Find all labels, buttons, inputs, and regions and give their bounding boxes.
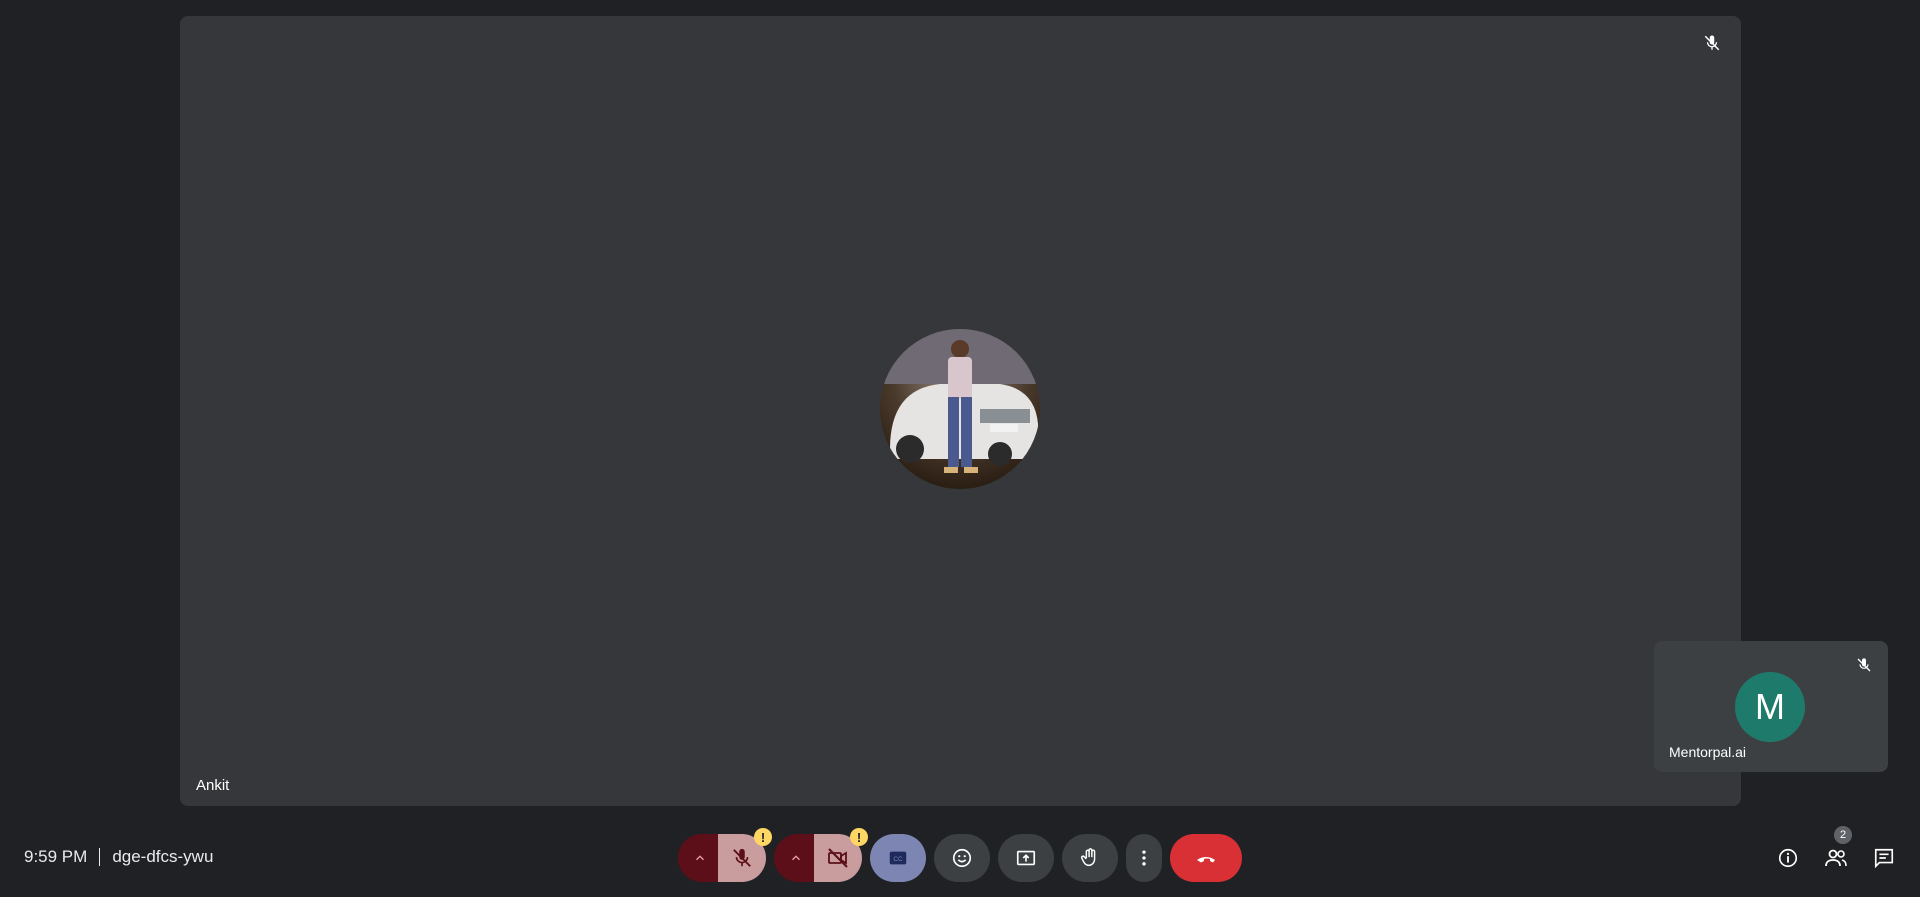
raise-hand-button[interactable] xyxy=(1062,834,1118,882)
leave-call-button[interactable] xyxy=(1170,834,1242,882)
present-button[interactable] xyxy=(998,834,1054,882)
more-options-button[interactable] xyxy=(1126,834,1162,882)
call-end-icon xyxy=(1197,857,1215,863)
chat-button[interactable] xyxy=(1860,844,1908,872)
videocam-off-icon xyxy=(828,848,848,868)
present-screen-icon xyxy=(1016,850,1036,866)
main-video-tile[interactable]: Ankit xyxy=(180,16,1741,806)
people-count-badge: 2 xyxy=(1834,826,1852,844)
chat-icon xyxy=(1874,848,1894,869)
divider xyxy=(99,848,101,866)
reactions-button[interactable] xyxy=(934,834,990,882)
camera-toggle-button[interactable]: ! xyxy=(814,828,868,882)
participant-name: Ankit xyxy=(196,777,230,794)
info-icon xyxy=(1778,848,1798,868)
meeting-code: dge-dfcs-ywu xyxy=(112,847,214,866)
people-button[interactable]: 2 xyxy=(1812,826,1860,872)
hand-icon xyxy=(1081,848,1096,867)
svg-text:CC: CC xyxy=(893,856,903,863)
more-vert-icon xyxy=(1142,850,1146,866)
mic-toggle-button[interactable]: ! xyxy=(718,828,772,882)
chevron-up-icon xyxy=(696,855,704,861)
mic-off-icon xyxy=(1852,653,1876,677)
closed-captions-icon: CC xyxy=(889,851,907,865)
meeting-details: 9:59 PM dge-dfcs-ywu xyxy=(24,847,213,867)
self-avatar: M xyxy=(1735,672,1805,742)
mic-warning-badge: ! xyxy=(754,828,772,846)
meeting-time: 9:59 PM xyxy=(24,847,88,866)
captions-button[interactable]: CC xyxy=(870,834,926,882)
meeting-panel-buttons: 2 xyxy=(1764,826,1908,872)
audio-options-button[interactable] xyxy=(678,834,722,882)
camera-warning-badge: ! xyxy=(850,828,868,846)
chevron-up-icon xyxy=(792,855,800,861)
mic-off-icon xyxy=(733,848,751,867)
self-participant-name: Mentorpal.ai xyxy=(1669,744,1747,760)
meeting-info-button[interactable] xyxy=(1764,844,1812,872)
people-icon xyxy=(1825,849,1847,867)
self-video-tile[interactable]: M Mentorpal.ai xyxy=(1654,641,1888,772)
emoji-icon xyxy=(952,848,972,868)
video-options-button[interactable] xyxy=(774,834,818,882)
participant-avatar-photo xyxy=(880,329,1040,489)
mic-off-icon xyxy=(1699,30,1725,56)
